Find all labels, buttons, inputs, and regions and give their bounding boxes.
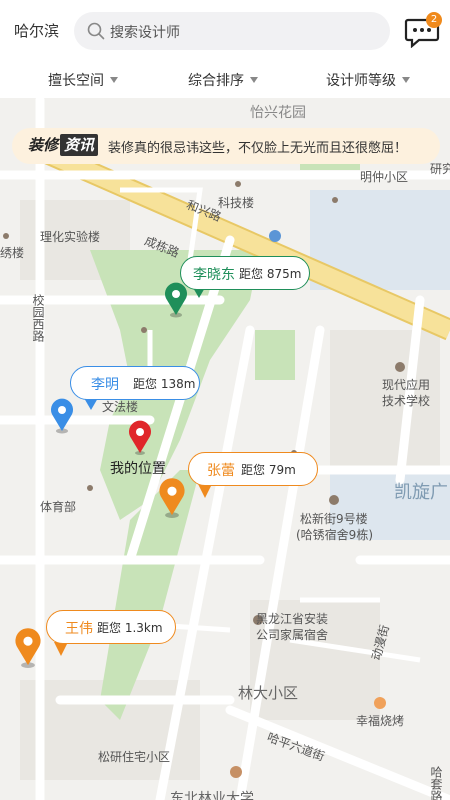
designer-distance: 距您 79m: [241, 463, 296, 477]
news-banner-text[interactable]: 装修真的很忌讳这些，不仅脸上无光而且还很憋屈！: [108, 137, 407, 156]
map-label: (哈锈宿舍9栋): [296, 528, 373, 542]
map-label: 哈套路: [429, 766, 443, 800]
map-label: 绣楼: [0, 246, 25, 260]
map-label: 松新街9号楼: [300, 512, 368, 526]
designer-name: 李晓东: [193, 267, 235, 283]
chevron-down-icon: [110, 77, 118, 83]
designer-callout-wangwei[interactable]: 王伟 距您 1.3km: [46, 610, 176, 644]
my-location-label: 我的位置: [110, 461, 166, 477]
filter-level-label: 设计师等级: [326, 73, 396, 89]
map-label: 理化实验楼: [40, 230, 101, 244]
filter-level[interactable]: 设计师等级: [326, 70, 410, 90]
map-label: 幸福烧烤: [356, 714, 405, 728]
search-icon: [87, 22, 105, 40]
map-label: 凯旋广: [394, 482, 448, 503]
map-label: 研究: [430, 162, 450, 176]
chevron-down-icon: [402, 77, 410, 83]
map-label: 黑龙江省安装: [256, 612, 329, 626]
designer-callout-lixiaodong[interactable]: 李晓东 距您 875m: [180, 256, 310, 290]
designer-callout-zhanglei[interactable]: 张蕾 距您 79m: [188, 452, 318, 486]
map-label: 体育部: [40, 500, 77, 514]
map-label: 公司家属宿舍: [256, 628, 329, 642]
filter-sort[interactable]: 综合排序: [188, 70, 258, 90]
map-label: 松研住宅小区: [98, 750, 171, 764]
designer-pin-blue[interactable]: [48, 398, 76, 434]
callout-tail: [54, 642, 68, 656]
designer-pin-orange[interactable]: [156, 476, 188, 520]
filter-space-label: 擅长空间: [48, 73, 104, 89]
search-placeholder: 搜索设计师: [110, 25, 180, 41]
map-label: 现代应用: [382, 378, 431, 392]
filter-bar: 擅长空间 综合排序 设计师等级: [0, 62, 450, 98]
chevron-down-icon: [250, 77, 258, 83]
designer-distance: 距您 138m: [133, 377, 196, 391]
my-location-pin[interactable]: [126, 420, 154, 456]
news-logo-part1: 装修: [28, 136, 59, 154]
filter-space[interactable]: 擅长空间: [48, 70, 118, 90]
designer-name: 张蕾: [207, 463, 235, 479]
designer-name: 李明: [91, 377, 119, 393]
search-input[interactable]: 搜索设计师: [74, 12, 390, 50]
map-label: 怡兴花园: [250, 105, 306, 121]
map-label: 东北林业大学: [170, 791, 254, 800]
designer-callout-liming[interactable]: 李明 距您 138m: [70, 366, 200, 400]
designer-name: 王伟: [65, 621, 93, 637]
city-selector[interactable]: 哈尔滨: [14, 20, 59, 41]
map-label: 科技楼: [218, 196, 255, 210]
designer-pin-green[interactable]: [162, 282, 190, 318]
news-logo-part2: 资讯: [60, 134, 99, 156]
map-label: 明仲小区: [360, 170, 409, 184]
map-label: 校园西路: [31, 294, 45, 342]
designer-pin-orange[interactable]: [12, 626, 44, 670]
top-bar: 哈尔滨 搜索设计师 2: [0, 0, 450, 62]
map-label: 林大小区: [238, 684, 299, 702]
map-label: 文法楼: [102, 400, 139, 414]
designer-distance: 距您 875m: [239, 267, 302, 281]
filter-sort-label: 综合排序: [188, 73, 244, 89]
message-badge: 2: [426, 12, 442, 28]
map-view[interactable]: 怡兴花园 明仲小区 研究 和兴路 科技楼 理化实验楼 绣楼 成栋路 校园西路 现…: [0, 98, 450, 800]
map-label: 技术学校: [382, 394, 431, 408]
designer-distance: 距您 1.3km: [97, 621, 163, 635]
callout-tail: [198, 484, 212, 498]
